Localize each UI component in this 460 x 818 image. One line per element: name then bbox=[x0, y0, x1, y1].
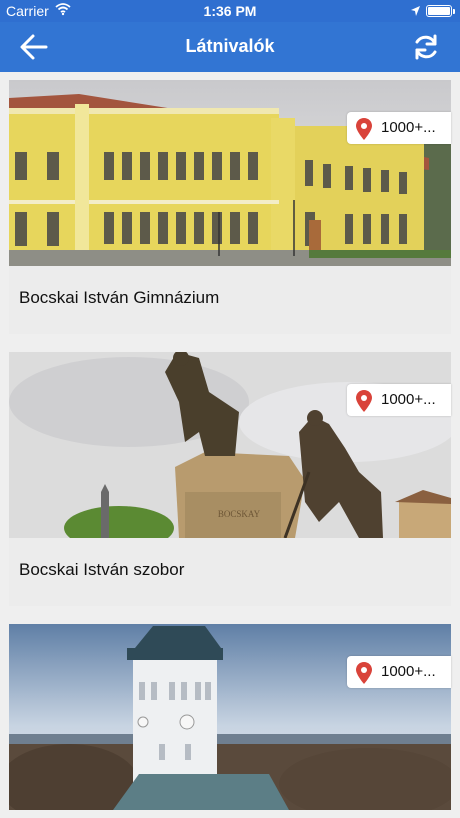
location-arrow-icon bbox=[410, 4, 421, 20]
clock: 1:36 PM bbox=[203, 3, 257, 19]
attraction-card[interactable]: 1000+... bbox=[9, 624, 451, 818]
attraction-card[interactable]: 1000+... Bocskai István Gimnázium bbox=[9, 80, 451, 334]
attraction-photo bbox=[9, 80, 451, 266]
attraction-caption: Bocskai István szobor bbox=[9, 538, 451, 606]
attractions-list[interactable]: 1000+... Bocskai István Gimnázium BOCSKA… bbox=[0, 72, 460, 818]
distance-badge: 1000+... bbox=[347, 112, 451, 144]
page-title: Látnivalók bbox=[185, 36, 275, 56]
status-bar: Carrier 1:36 PM bbox=[0, 0, 460, 22]
nav-bar: Látnivalók bbox=[0, 22, 460, 72]
attraction-photo: BOCSKAY bbox=[9, 352, 451, 538]
attraction-caption: Bocskai István Gimnázium bbox=[9, 266, 451, 334]
distance-label: 1000+... bbox=[381, 391, 436, 408]
map-pin-icon bbox=[356, 118, 372, 144]
map-pin-icon bbox=[356, 662, 372, 688]
svg-text:BOCSKAY: BOCSKAY bbox=[218, 509, 261, 519]
refresh-icon[interactable] bbox=[410, 32, 442, 62]
distance-label: 1000+... bbox=[381, 119, 436, 136]
distance-label: 1000+... bbox=[381, 663, 436, 680]
distance-badge: 1000+... bbox=[347, 656, 451, 688]
attraction-card[interactable]: BOCSKAY 1000+... Bocskai István szobor bbox=[9, 352, 451, 606]
attraction-photo bbox=[9, 624, 451, 810]
map-pin-icon bbox=[356, 390, 372, 416]
attraction-name: Bocskai István szobor bbox=[19, 560, 185, 579]
attraction-name: Bocskai István Gimnázium bbox=[19, 288, 220, 307]
distance-badge: 1000+... bbox=[347, 384, 451, 416]
battery-icon bbox=[426, 5, 455, 17]
